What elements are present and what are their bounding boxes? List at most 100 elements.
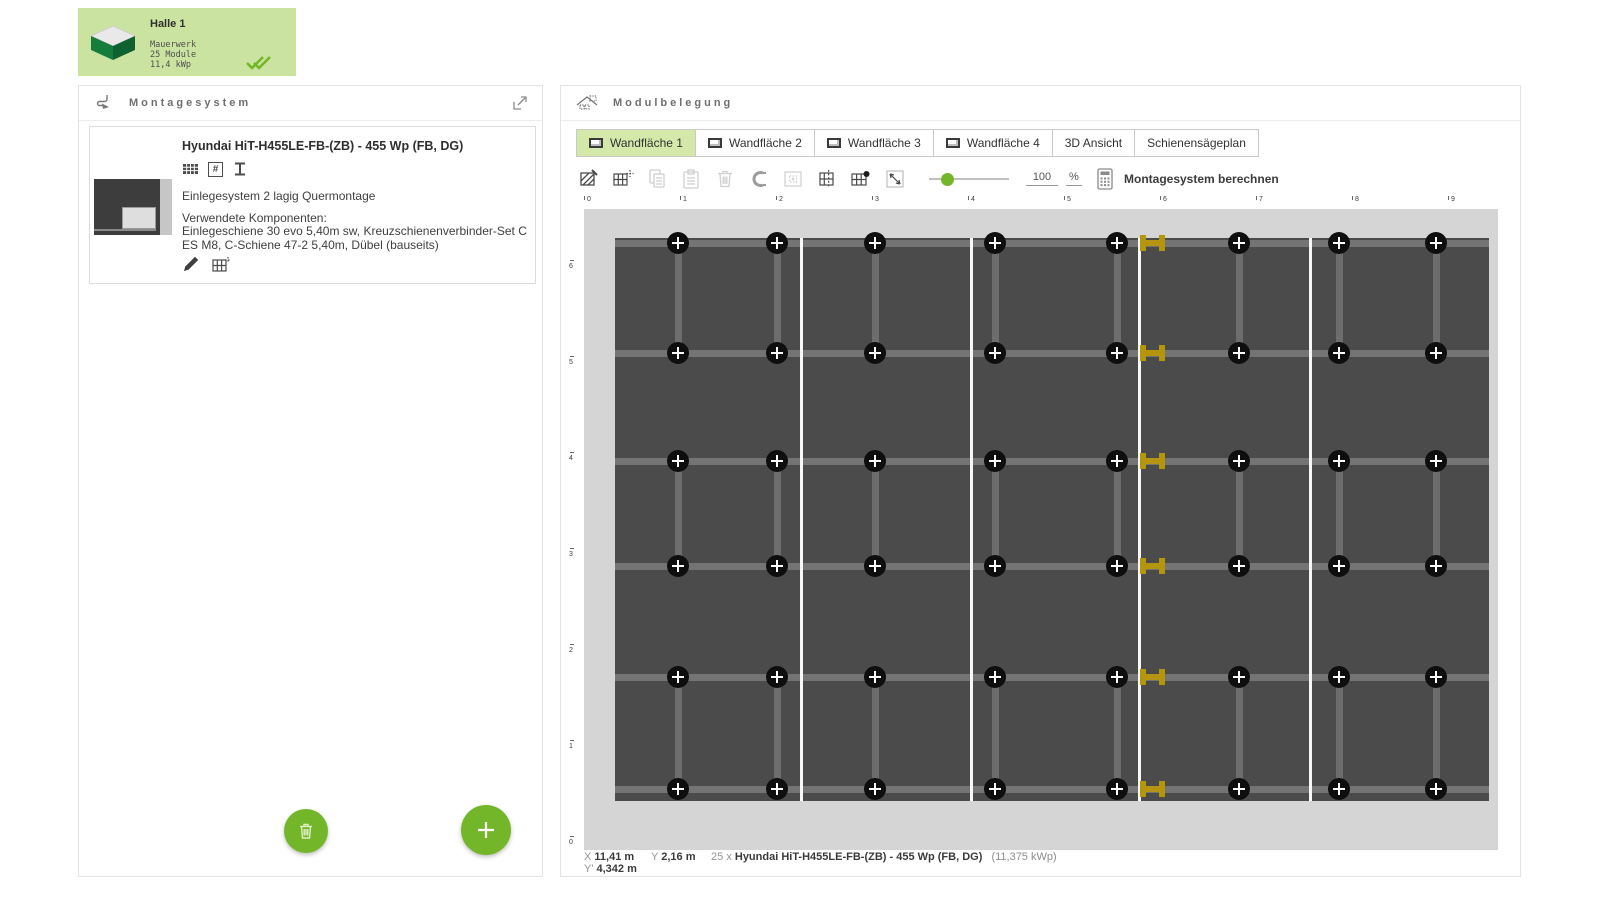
wall-surface[interactable] xyxy=(615,232,1489,801)
rail-connector[interactable] xyxy=(1140,235,1165,251)
wall-fastener[interactable] xyxy=(984,778,1006,800)
delete-selection-icon xyxy=(712,166,738,192)
wall-fastener[interactable] xyxy=(1228,450,1250,472)
wall-fastener[interactable] xyxy=(1228,778,1250,800)
wall-fastener[interactable] xyxy=(1328,666,1350,688)
wall-fastener[interactable] xyxy=(1328,555,1350,577)
wall-fastener[interactable] xyxy=(766,342,788,364)
wall-fastener[interactable] xyxy=(1228,342,1250,364)
wall-fastener[interactable] xyxy=(766,450,788,472)
wall-fastener[interactable] xyxy=(864,450,886,472)
wall-fastener[interactable] xyxy=(1425,778,1447,800)
wall-fastener[interactable] xyxy=(1425,555,1447,577)
vertical-rail xyxy=(675,675,682,791)
delete-mounting-system-button[interactable] xyxy=(284,809,328,853)
tab-wandflaeche-2[interactable]: Wandfläche 2 xyxy=(694,129,815,157)
zoom-value-input[interactable] xyxy=(1026,169,1058,186)
grid-point-icon[interactable] xyxy=(848,166,874,192)
wall-fastener[interactable] xyxy=(667,342,689,364)
wall-fastener[interactable] xyxy=(1106,232,1128,254)
ruler-x-label: 0 xyxy=(584,196,591,203)
wall-fastener[interactable] xyxy=(864,232,886,254)
calculate-mounting-system-button[interactable]: Montagesystem berechnen xyxy=(1124,172,1279,186)
wall-fastener[interactable] xyxy=(1328,450,1350,472)
ruler-y-label: 5 xyxy=(569,356,574,366)
wall-fastener[interactable] xyxy=(766,555,788,577)
wall-fastener[interactable] xyxy=(1228,666,1250,688)
zoom-slider-knob[interactable] xyxy=(941,173,954,186)
wall-fastener[interactable] xyxy=(1425,666,1447,688)
rail-connector[interactable] xyxy=(1140,669,1165,685)
wall-fastener[interactable] xyxy=(667,555,689,577)
add-mounting-system-button[interactable] xyxy=(461,805,511,855)
add-module-grid-icon[interactable] xyxy=(610,166,636,192)
measure-icon[interactable] xyxy=(882,166,908,192)
wall-fastener[interactable] xyxy=(667,232,689,254)
wall-fastener[interactable] xyxy=(864,342,886,364)
wall-fastener[interactable] xyxy=(984,555,1006,577)
zoom-slider[interactable] xyxy=(929,164,1009,194)
wall-fastener[interactable] xyxy=(1328,778,1350,800)
wall-fastener[interactable] xyxy=(1106,555,1128,577)
ruler-y-label: 1 xyxy=(569,740,574,750)
wall-fastener[interactable] xyxy=(984,232,1006,254)
wall-fastener[interactable] xyxy=(1328,342,1350,364)
vertical-rail xyxy=(1336,241,1343,355)
wall-fastener[interactable] xyxy=(984,666,1006,688)
wall-fastener[interactable] xyxy=(1228,555,1250,577)
tab-wandflaeche-3[interactable]: Wandfläche 3 xyxy=(813,129,934,157)
modulbelegung-title: Modulbelegung xyxy=(613,97,734,109)
wall-fastener[interactable] xyxy=(1425,342,1447,364)
wall-fastener[interactable] xyxy=(984,450,1006,472)
expand-panel-icon[interactable] xyxy=(512,95,528,111)
wall-fastener[interactable] xyxy=(1106,778,1128,800)
wall-fastener[interactable] xyxy=(667,450,689,472)
wall-fastener[interactable] xyxy=(1106,666,1128,688)
wall-fastener[interactable] xyxy=(766,232,788,254)
tab-schienensaegeplan[interactable]: Schienensägeplan xyxy=(1134,129,1259,157)
tab-wandflaeche-1[interactable]: Wandfläche 1 xyxy=(576,129,696,157)
module-grid-icon xyxy=(183,164,198,174)
wall-fastener[interactable] xyxy=(984,342,1006,364)
components-label: Verwendete Komponenten: xyxy=(182,211,327,225)
wall-fastener[interactable] xyxy=(864,778,886,800)
vertical-rail xyxy=(1433,241,1440,355)
wall-fastener[interactable] xyxy=(1228,232,1250,254)
tab-wandflaeche-4[interactable]: Wandfläche 4 xyxy=(932,129,1053,157)
vertical-rail xyxy=(1433,675,1440,791)
mounting-system-card[interactable]: Hyundai HiT-H455LE-FB-(ZB) - 455 Wp (FB,… xyxy=(89,126,536,284)
magnet-snap-icon[interactable] xyxy=(746,166,772,192)
wall-fastener[interactable] xyxy=(1425,232,1447,254)
wall-fastener[interactable] xyxy=(766,666,788,688)
wall-fastener[interactable] xyxy=(1106,342,1128,364)
rail-connector[interactable] xyxy=(1140,345,1165,361)
vertical-rail xyxy=(1236,675,1243,791)
edit-pencil-icon[interactable] xyxy=(182,255,200,273)
ruler-x-label: 2 xyxy=(776,196,783,203)
horizontal-rail xyxy=(615,674,1489,681)
ruler-y-label: 6 xyxy=(569,260,574,270)
wall-fastener[interactable] xyxy=(667,778,689,800)
wall-fastener[interactable] xyxy=(1106,450,1128,472)
module-layout-icon[interactable] xyxy=(212,255,232,273)
grid-columns-icon[interactable] xyxy=(814,166,840,192)
calculator-icon[interactable] xyxy=(1094,167,1116,196)
wall-fastener[interactable] xyxy=(766,778,788,800)
tab-3d-ansicht[interactable]: 3D Ansicht xyxy=(1051,129,1136,157)
ruler-x-label: 1 xyxy=(680,196,687,203)
hall-details: Mauerwerk 25 Module 11,4 kWp xyxy=(150,40,196,70)
rail-connector[interactable] xyxy=(1140,781,1165,797)
mounting-hook-icon xyxy=(93,92,115,114)
wall-fastener[interactable] xyxy=(667,666,689,688)
modulbelegung-header: Modulbelegung xyxy=(561,86,1520,121)
ruler-x-label: 3 xyxy=(872,196,879,203)
wall-fastener[interactable] xyxy=(1328,232,1350,254)
hall-card-halle-1[interactable]: Halle 1 Mauerwerk 25 Module 11,4 kWp xyxy=(78,8,296,76)
rail-connector[interactable] xyxy=(1140,558,1165,574)
wall-fastener[interactable] xyxy=(864,666,886,688)
wall-fastener[interactable] xyxy=(864,555,886,577)
draw-modules-icon[interactable] xyxy=(576,166,602,192)
wall-fastener[interactable] xyxy=(1425,450,1447,472)
plan-canvas[interactable] xyxy=(584,209,1498,850)
rail-connector[interactable] xyxy=(1140,453,1165,469)
